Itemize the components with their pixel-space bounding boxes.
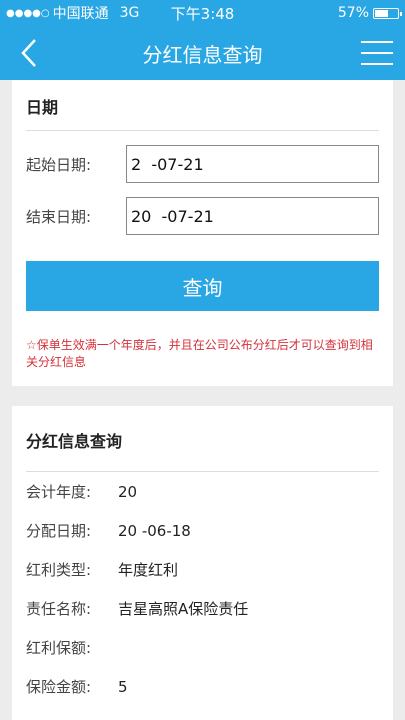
info-row-insured-amount: 保险金额: 5 bbox=[26, 667, 379, 706]
menu-button[interactable] bbox=[361, 38, 393, 68]
info-row-dividend-type: 红利类型: 年度红利 bbox=[26, 550, 379, 589]
info-row-liability-name: 责任名称: 吉星高照A保险责任 bbox=[26, 589, 379, 628]
distribution-date-value: 20 -06-18 bbox=[118, 521, 191, 540]
dividend-amount-label: 红利保额: bbox=[26, 639, 92, 657]
liability-name-value: 吉星高照A保险责任 bbox=[118, 600, 249, 618]
network-type: 3G bbox=[119, 5, 140, 21]
start-date-row: 起始日期: bbox=[26, 145, 379, 183]
dividend-type-value: 年度红利 bbox=[118, 561, 179, 579]
page-title: 分红信息查询 bbox=[142, 42, 263, 67]
insured-amount-label: 保险金额: bbox=[26, 678, 92, 696]
end-date-input[interactable] bbox=[126, 197, 379, 235]
signal-strength-icon: ●●●●○ bbox=[6, 7, 50, 19]
info-row-distribution-date: 分配日期: 20 -06-18 bbox=[26, 511, 379, 550]
fiscal-year-value: 20 bbox=[118, 482, 138, 501]
back-button[interactable] bbox=[14, 38, 44, 68]
chevron-left-icon bbox=[21, 39, 36, 67]
dividend-type-label: 红利类型: bbox=[26, 561, 92, 579]
notice-text: ☆保单生效满一个年度后，并且在公司公布分红后才可以查询到相关分红信息 bbox=[26, 338, 373, 369]
start-date-label: 起始日期: bbox=[26, 155, 92, 174]
end-date-label: 结束日期: bbox=[26, 207, 92, 226]
dividend-result-card: 分红信息查询 会计年度: 20 分配日期: 20 -06-18 红利类型: 年度… bbox=[12, 406, 393, 720]
liability-name-label: 责任名称: bbox=[26, 600, 92, 618]
hamburger-menu-icon bbox=[361, 41, 393, 43]
result-section-title: 分红信息查询 bbox=[26, 406, 379, 472]
info-row-dividend-amount: 红利保额: bbox=[26, 628, 379, 667]
battery-percent: 57% bbox=[337, 5, 369, 21]
battery-icon bbox=[373, 7, 402, 19]
query-button[interactable]: 查询 bbox=[26, 261, 379, 311]
insured-amount-value: 5 bbox=[118, 677, 128, 696]
carrier-name: 中国联通 bbox=[52, 6, 109, 22]
fiscal-year-label: 会计年度: bbox=[26, 483, 92, 501]
navigation-bar: 分红信息查询 bbox=[0, 26, 405, 80]
date-section-title: 日期 bbox=[26, 80, 379, 131]
distribution-date-label: 分配日期: bbox=[26, 522, 92, 540]
end-date-row: 结束日期: bbox=[26, 197, 379, 235]
info-row-fiscal-year: 会计年度: 20 bbox=[26, 472, 379, 511]
date-query-card: 日期 起始日期: 结束日期: 查询 ☆保单生效满一个年度后，并且在公司公布分红后… bbox=[12, 80, 393, 386]
start-date-input[interactable] bbox=[126, 145, 379, 183]
status-bar: ●●●●○ 中国联通 3G 下午3:48 57% bbox=[0, 0, 405, 26]
